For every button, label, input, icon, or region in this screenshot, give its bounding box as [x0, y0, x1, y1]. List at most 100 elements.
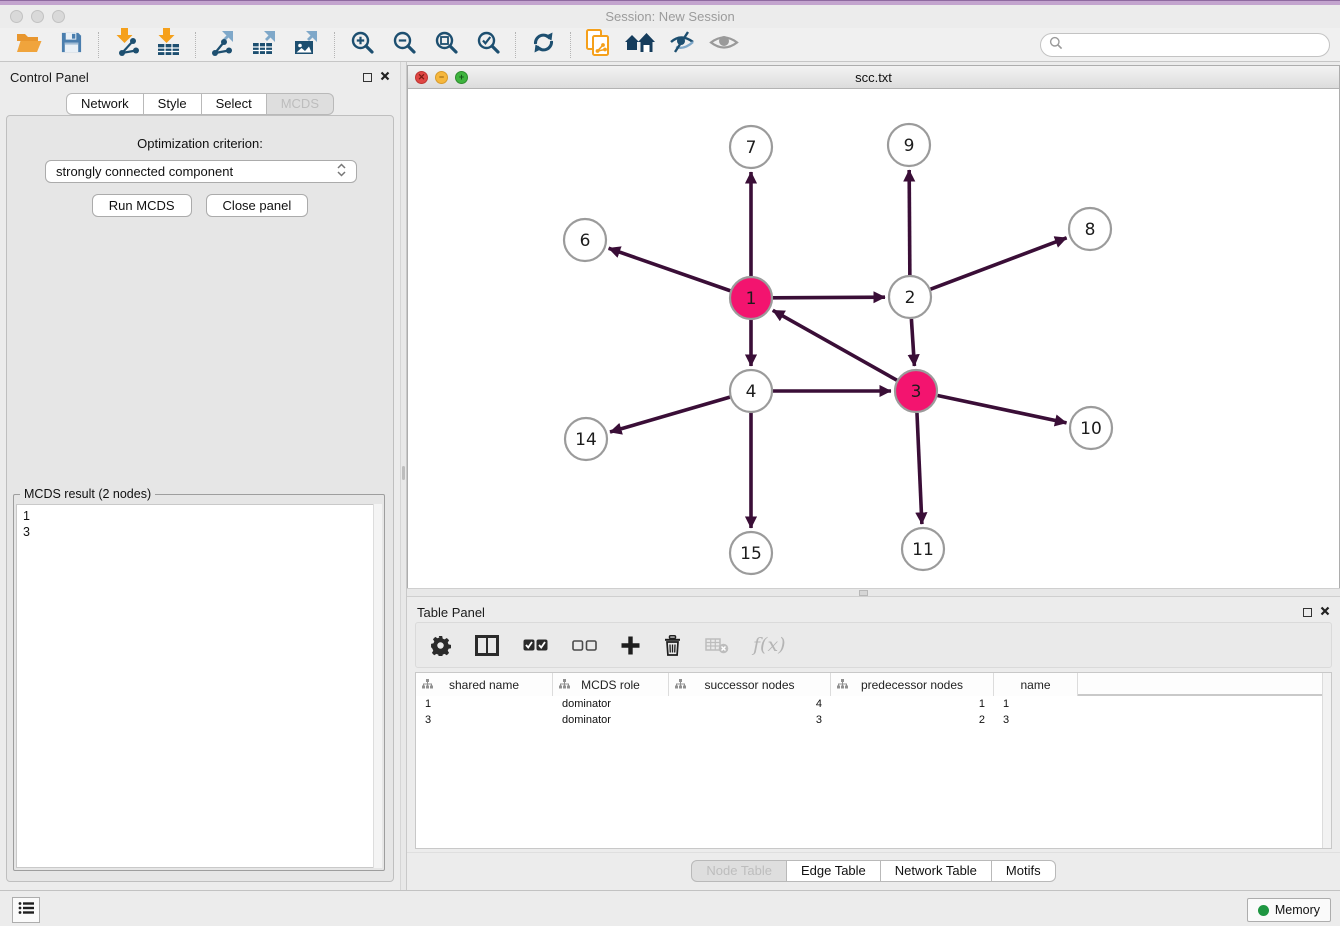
tab-node-table[interactable]: Node Table — [691, 860, 787, 882]
function-builder-icon[interactable]: f(x) — [753, 634, 786, 656]
tab-motifs[interactable]: Motifs — [992, 860, 1056, 882]
graph-node-label: 14 — [575, 430, 597, 450]
edge-4-to-14[interactable] — [610, 397, 730, 432]
toolbar-separator — [570, 32, 571, 58]
edge-2-to-3[interactable] — [911, 319, 914, 366]
zoom-fit-button[interactable] — [429, 30, 463, 60]
deselect-all-icon[interactable] — [572, 640, 597, 651]
splitter-handle[interactable] — [402, 466, 405, 480]
delete-icon[interactable] — [664, 635, 681, 656]
hide-graphics-button[interactable] — [665, 30, 699, 60]
column-header-name[interactable]: name — [994, 673, 1078, 696]
column-header-shared-name[interactable]: shared name — [416, 673, 553, 696]
edge-2-to-9[interactable] — [909, 170, 910, 275]
save-session-button[interactable] — [54, 30, 88, 60]
show-all-networks-button[interactable] — [623, 30, 657, 60]
main-toolbar — [0, 28, 1340, 62]
delete-table-icon[interactable] — [705, 637, 729, 654]
column-layout-icon[interactable] — [475, 635, 499, 656]
table-cell: dominator — [553, 696, 669, 712]
graph-node-label: 3 — [911, 382, 922, 402]
table-tabs-bar: Node TableEdge TableNetwork TableMotifs — [407, 852, 1340, 890]
zoom-selected-button[interactable] — [471, 30, 505, 60]
show-graphics-button[interactable] — [707, 30, 741, 60]
network-view-window: ✕ − + scc.txt 7968124314101511 — [407, 65, 1340, 588]
graph-node-label: 8 — [1085, 220, 1096, 240]
tab-select[interactable]: Select — [202, 93, 267, 115]
result-scrollbar[interactable] — [373, 504, 382, 868]
export-network-icon — [209, 29, 237, 61]
table-row[interactable]: 3dominator323 — [416, 712, 1331, 728]
control-panel-tabs: NetworkStyleSelectMCDS — [0, 93, 400, 115]
zoom-in-button[interactable] — [345, 30, 379, 60]
mcds-result-line: 1 — [23, 508, 375, 524]
table-cell: 1 — [994, 696, 1078, 712]
memory-button[interactable]: Memory — [1247, 898, 1331, 922]
column-header-successor-nodes[interactable]: successor nodes — [669, 673, 831, 696]
new-network-button[interactable] — [581, 30, 615, 60]
close-panel-button[interactable]: Close panel — [206, 194, 309, 217]
select-all-icon[interactable] — [523, 639, 548, 651]
tab-network-table[interactable]: Network Table — [881, 860, 992, 882]
zoom-out-icon — [392, 30, 417, 60]
optimization-criterion-dropdown[interactable]: strongly connected component — [45, 160, 357, 183]
toolbar-separator — [334, 32, 335, 58]
table-scrollbar[interactable] — [1322, 673, 1331, 848]
edge-3-to-10[interactable] — [938, 396, 1067, 423]
network-canvas[interactable]: 7968124314101511 — [408, 89, 1339, 588]
edge-3-to-1[interactable] — [773, 310, 897, 380]
tab-mcds[interactable]: MCDS — [267, 93, 334, 115]
tab-edge-table[interactable]: Edge Table — [787, 860, 881, 882]
graph-node-label: 15 — [740, 544, 762, 564]
horizontal-splitter[interactable] — [407, 588, 1340, 597]
gear-icon[interactable] — [430, 635, 451, 656]
edge-2-to-8[interactable] — [931, 238, 1067, 289]
import-network-button[interactable] — [109, 30, 143, 60]
mcds-panel: Optimization criterion: strongly connect… — [6, 115, 394, 882]
table-cell: 1 — [416, 696, 553, 712]
export-table-button[interactable] — [248, 30, 282, 60]
edge-1-to-2[interactable] — [773, 297, 885, 298]
export-network-button[interactable] — [206, 30, 240, 60]
float-panel-icon[interactable] — [363, 73, 372, 82]
run-mcds-button[interactable]: Run MCDS — [92, 194, 192, 217]
graph-node-label: 1 — [746, 289, 757, 309]
network-window-titlebar[interactable]: ✕ − + scc.txt — [408, 66, 1339, 89]
vertical-splitter[interactable] — [400, 62, 407, 890]
table-row[interactable]: 1dominator411 — [416, 696, 1331, 712]
mcds-result-textarea[interactable]: 13 — [16, 504, 382, 868]
close-panel-icon[interactable] — [380, 68, 390, 86]
column-header-predecessor-nodes[interactable]: predecessor nodes — [831, 673, 994, 696]
add-icon[interactable] — [621, 636, 640, 655]
table-body: 1dominator4113dominator323 — [416, 696, 1331, 728]
tab-style[interactable]: Style — [144, 93, 202, 115]
splitter-handle[interactable] — [859, 590, 868, 596]
open-session-button[interactable] — [12, 30, 46, 60]
refresh-layout-button[interactable] — [526, 30, 560, 60]
tree-hierarchy-icon — [559, 678, 570, 692]
toolbar-separator — [195, 32, 196, 58]
titlebar: Session: New Session — [0, 5, 1340, 28]
app-title: Session: New Session — [0, 9, 1340, 24]
optimization-criterion-label: Optimization criterion: — [7, 136, 393, 151]
application-window: Session: New Session — [0, 0, 1340, 926]
close-panel-icon[interactable] — [1320, 603, 1330, 621]
show-graphics-icon — [709, 32, 739, 58]
column-header-MCDS-role[interactable]: MCDS role — [553, 673, 669, 696]
mcds-result-group: MCDS result (2 nodes) 13 — [13, 494, 385, 871]
graph-node-label: 7 — [746, 138, 757, 158]
float-panel-icon[interactable] — [1303, 608, 1312, 617]
import-network-icon — [113, 28, 140, 61]
zoom-out-button[interactable] — [387, 30, 421, 60]
search-input[interactable] — [1040, 33, 1330, 57]
dropdown-value: strongly connected component — [56, 164, 233, 179]
task-history-button[interactable] — [12, 897, 40, 923]
edge-1-to-6[interactable] — [609, 248, 731, 290]
import-table-button[interactable] — [151, 30, 185, 60]
export-image-button[interactable] — [290, 30, 324, 60]
zoom-fit-icon — [434, 30, 459, 60]
save-session-icon — [60, 31, 83, 59]
edge-3-to-11[interactable] — [917, 413, 922, 524]
table-header-row: shared nameMCDS rolesuccessor nodesprede… — [416, 673, 1331, 696]
tab-network[interactable]: Network — [66, 93, 144, 115]
